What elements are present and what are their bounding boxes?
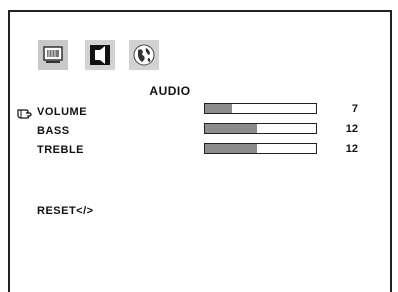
monitor-icon[interactable] [38,40,68,70]
volume-bar[interactable] [204,103,317,114]
volume-label[interactable]: VOLUME [37,106,87,118]
speaker-icon[interactable] [85,40,115,70]
reset-button[interactable]: RESET</> [37,205,94,217]
menu-title: AUDIO [149,84,191,98]
treble-label[interactable]: TREBLE [37,144,84,156]
bass-bar-fill [205,124,258,133]
bass-value: 12 [345,123,358,135]
volume-value: 7 [351,103,358,115]
treble-bar-fill [205,144,258,153]
bass-label[interactable]: BASS [37,125,70,137]
volume-bar-fill [205,104,232,113]
treble-value: 12 [345,143,358,155]
globe-icon[interactable] [129,40,159,70]
hand-pointer-icon [17,106,33,120]
bass-bar[interactable] [204,123,317,134]
treble-bar[interactable] [204,143,317,154]
